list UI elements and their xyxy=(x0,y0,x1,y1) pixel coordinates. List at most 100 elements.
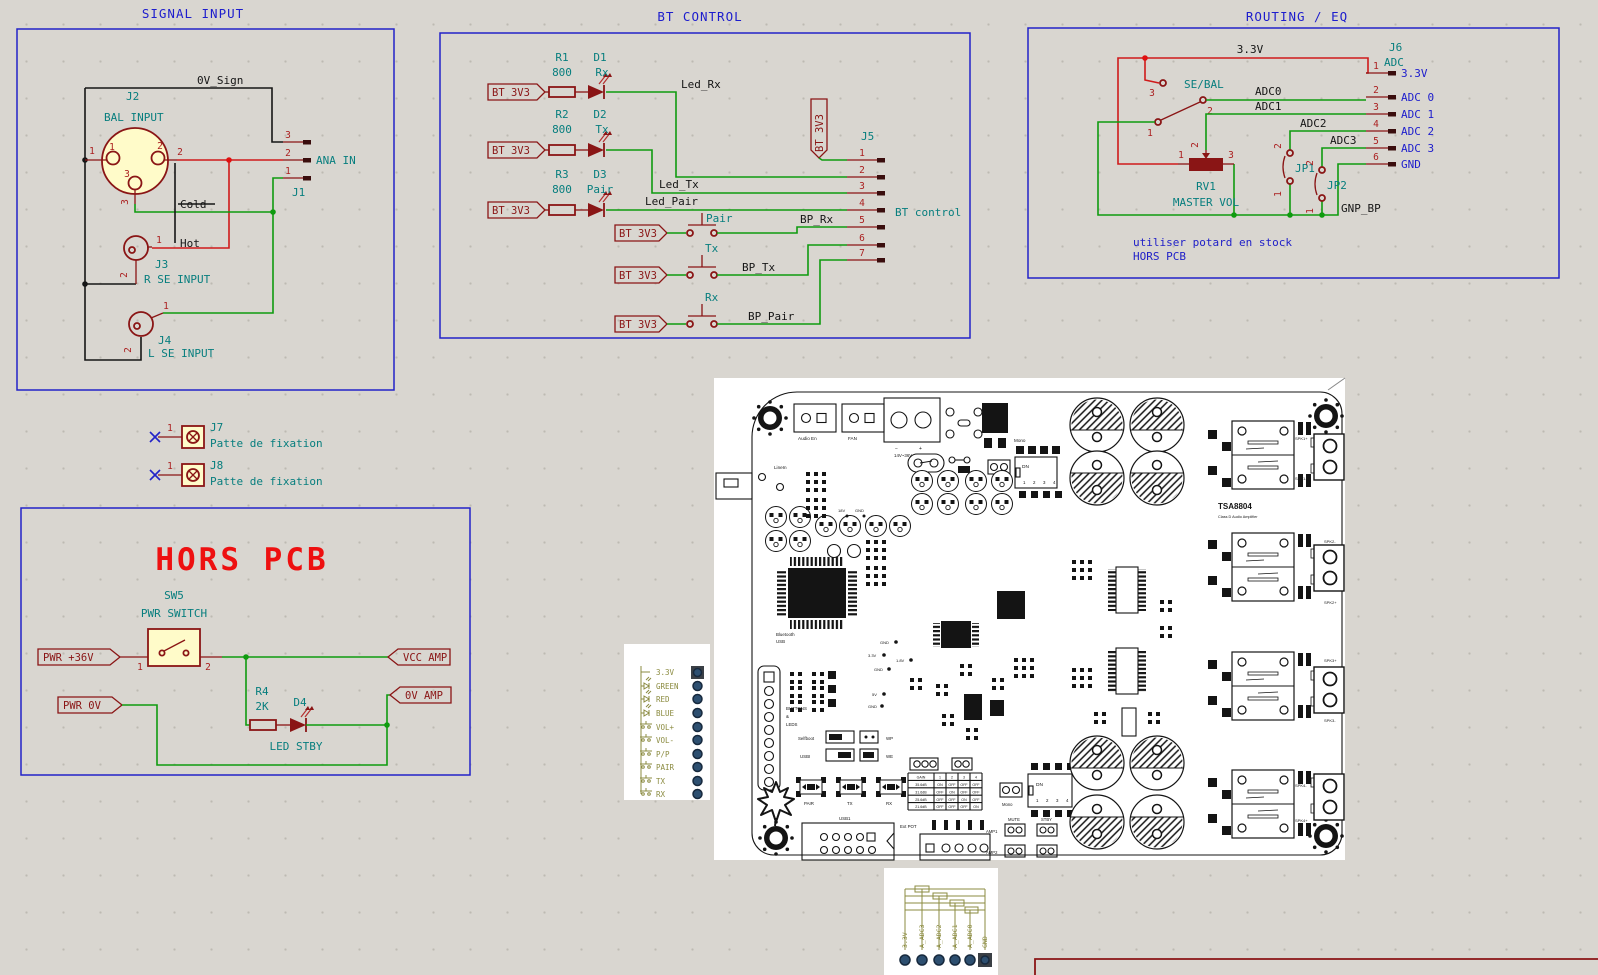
net-label-33v[interactable]: 3.3V xyxy=(1237,43,1264,56)
testpoint-label: GND xyxy=(868,704,877,709)
net-label[interactable]: Led_Rx xyxy=(681,78,721,91)
net-label[interactable]: Led_Tx xyxy=(659,178,699,191)
pcb-label-mono-top: Mono xyxy=(1014,438,1026,443)
svg-text:P/P: P/P xyxy=(656,750,670,759)
legend-label: 3.3V xyxy=(656,668,675,677)
gain-cell: OFF xyxy=(960,805,968,809)
gain-cell: OFF xyxy=(936,798,944,802)
global-label-pwr36[interactable]: PWR +36V xyxy=(38,649,120,665)
connector-j1[interactable]: 3 2 1 ANA IN J1 xyxy=(283,130,356,199)
gain-cell: 2 xyxy=(951,776,953,780)
pin-number: 1 xyxy=(167,423,173,434)
resistor-r4[interactable]: R4 2K xyxy=(250,685,276,730)
net-label[interactable]: BP_Rx xyxy=(800,213,833,226)
pcb-button-rx xyxy=(876,777,906,797)
section-title[interactable]: ROUTING / EQ xyxy=(1246,9,1348,24)
legend-label: A_ADC0 xyxy=(966,924,974,948)
pin1-number: 1 xyxy=(1273,191,1284,197)
resistor-r3[interactable]: R3 800 xyxy=(549,168,575,215)
note-text[interactable]: HORS PCB xyxy=(1133,250,1186,263)
value: Patte de fixation xyxy=(210,475,323,488)
pcb-label: LineIn xyxy=(774,465,787,470)
connector-j5[interactable]: J5 1 2 3 4 5 6 7 BT control xyxy=(847,130,961,263)
bt3v3-global-label-vertical[interactable]: BT 3V3 xyxy=(811,99,827,158)
connector-j4[interactable]: 1 2 J4 L SE INPUT xyxy=(123,301,215,360)
ref: D2 xyxy=(593,108,606,121)
mounting-j7[interactable]: 1 J7 Patte de fixation xyxy=(150,421,323,450)
net-label-cold[interactable]: Cold xyxy=(180,198,207,211)
pin3-number: 3 xyxy=(1228,150,1234,161)
net-label-adc3[interactable]: ADC3 xyxy=(1330,134,1357,147)
mounting-j8[interactable]: 1 J8 Patte de fixation xyxy=(150,459,323,488)
resistor-r2[interactable]: R2 800 xyxy=(549,108,575,155)
hors-pcb-title[interactable]: HORS PCB xyxy=(155,542,328,578)
net-label-adc0[interactable]: ADC0 xyxy=(1255,85,1282,98)
net-label-0v-sign[interactable]: 0V_Sign xyxy=(197,74,243,87)
pcb-relay-1 xyxy=(1232,421,1294,489)
pcb-label: STBY xyxy=(1041,817,1052,822)
label-text: PWR +36V xyxy=(43,652,94,664)
wire-green-j4 xyxy=(163,212,273,313)
pcb-cap xyxy=(1070,398,1124,452)
switch-sw5[interactable]: SW5 PWR SWITCH 1 2 xyxy=(137,589,211,673)
spk-label: SPK4+ xyxy=(1295,818,1308,823)
jumper-jp1[interactable]: 2 1 JP1 xyxy=(1273,143,1315,197)
resistor-r1[interactable]: R1 800 xyxy=(549,51,575,97)
pcb-cap xyxy=(1130,451,1184,505)
section-title[interactable]: SIGNAL INPUT xyxy=(142,6,244,21)
potentiometer-rv1[interactable]: 1 2 3 RV1 MASTER VOL xyxy=(1173,142,1240,209)
junction-green xyxy=(1231,212,1237,218)
legend-pad xyxy=(965,955,975,965)
global-label-pwr0[interactable]: PWR 0V xyxy=(58,697,122,713)
wire-33v-sebal xyxy=(1145,58,1159,83)
label-text: 0V AMP xyxy=(405,690,443,702)
xlr-connector-j2[interactable]: J2 BAL INPUT 1 2 3 1 2 3 xyxy=(85,90,183,205)
bt3v3-global-label[interactable]: BT 3V3 xyxy=(488,84,545,100)
net-label-adc1[interactable]: ADC1 xyxy=(1255,100,1282,113)
switch-se-bal[interactable]: 3 2 1 SE/BAL xyxy=(1147,78,1224,139)
note-text[interactable]: utiliser potard en stock xyxy=(1133,236,1292,249)
pin-number: 1 xyxy=(285,166,291,177)
gain-cell: 25.6dB xyxy=(915,798,927,802)
pcb-layout-image[interactable]: Audio En FAN − + 14V~36V Mono DN 1 2 3 4 xyxy=(714,378,1345,860)
label-text: VCC AMP xyxy=(403,652,447,664)
pin2-number: 2 xyxy=(1273,143,1284,149)
section-title[interactable]: BT CONTROL xyxy=(657,9,742,24)
label-text: BT 3V3 xyxy=(619,270,657,282)
legend-bottom-image[interactable]: 3.3V A_ADC3 A_ADC2 A_ADC1 A_ADC0 GND xyxy=(884,868,998,975)
global-label-0v-amp[interactable]: 0V AMP xyxy=(390,687,451,703)
global-label-vcc-amp[interactable]: VCC AMP xyxy=(388,649,450,665)
pin1-number: 1 xyxy=(1147,128,1153,139)
pin-number: 2 xyxy=(1373,85,1379,96)
net-label-gnp-bp[interactable]: GNP_BP xyxy=(1341,202,1381,215)
net-label-adc2[interactable]: ADC2 xyxy=(1300,117,1327,130)
bt3v3-global-label[interactable]: BT 3V3 xyxy=(615,225,667,241)
testpoint-label: 3.3V xyxy=(868,653,877,658)
svg-text:RED: RED xyxy=(656,695,670,704)
net-label[interactable]: BP_Pair xyxy=(748,310,795,323)
gain-cell: OFF xyxy=(972,790,980,794)
schematic-canvas[interactable]: SIGNAL INPUT 0V_Sign Cold Hot J2 BAL INP… xyxy=(0,0,1598,975)
legend-left-image[interactable]: 3.3V GREEN RED BLUE VOL+ VOL- P/P PAIR T… xyxy=(624,644,710,800)
pin1-number: 1 xyxy=(89,146,95,157)
net-label[interactable]: Led_Pair xyxy=(645,195,698,208)
connector-j6[interactable]: J6 ADC 1 2 3 4 5 6 3.3V ADC 0 ADC 1 ADC … xyxy=(1366,41,1434,171)
push-button-rx[interactable]: Rx xyxy=(667,291,719,327)
net-label-hot[interactable]: Hot xyxy=(180,237,200,250)
bt3v3-global-label[interactable]: BT 3V3 xyxy=(488,142,545,158)
gain-cell: GAIN xyxy=(917,776,926,780)
bt3v3-global-label[interactable]: BT 3V3 xyxy=(488,202,545,218)
ref: J1 xyxy=(292,186,305,199)
gain-cell: ON xyxy=(949,790,955,794)
svg-text:PAIR: PAIR xyxy=(656,763,675,772)
net-label[interactable]: BP_Tx xyxy=(742,261,775,274)
pin1-number: 1 xyxy=(156,235,162,246)
bt3v3-global-label[interactable]: BT 3V3 xyxy=(615,316,667,332)
gain-cell: OFF xyxy=(948,783,956,787)
pcb-label: FAN xyxy=(848,436,857,441)
bt3v3-global-label[interactable]: BT 3V3 xyxy=(615,267,667,283)
legend-pad xyxy=(917,955,927,965)
pcb-terminal-4 xyxy=(1311,774,1344,820)
push-button-tx[interactable]: Tx xyxy=(667,242,719,278)
pcb-label: WP xyxy=(886,736,893,741)
